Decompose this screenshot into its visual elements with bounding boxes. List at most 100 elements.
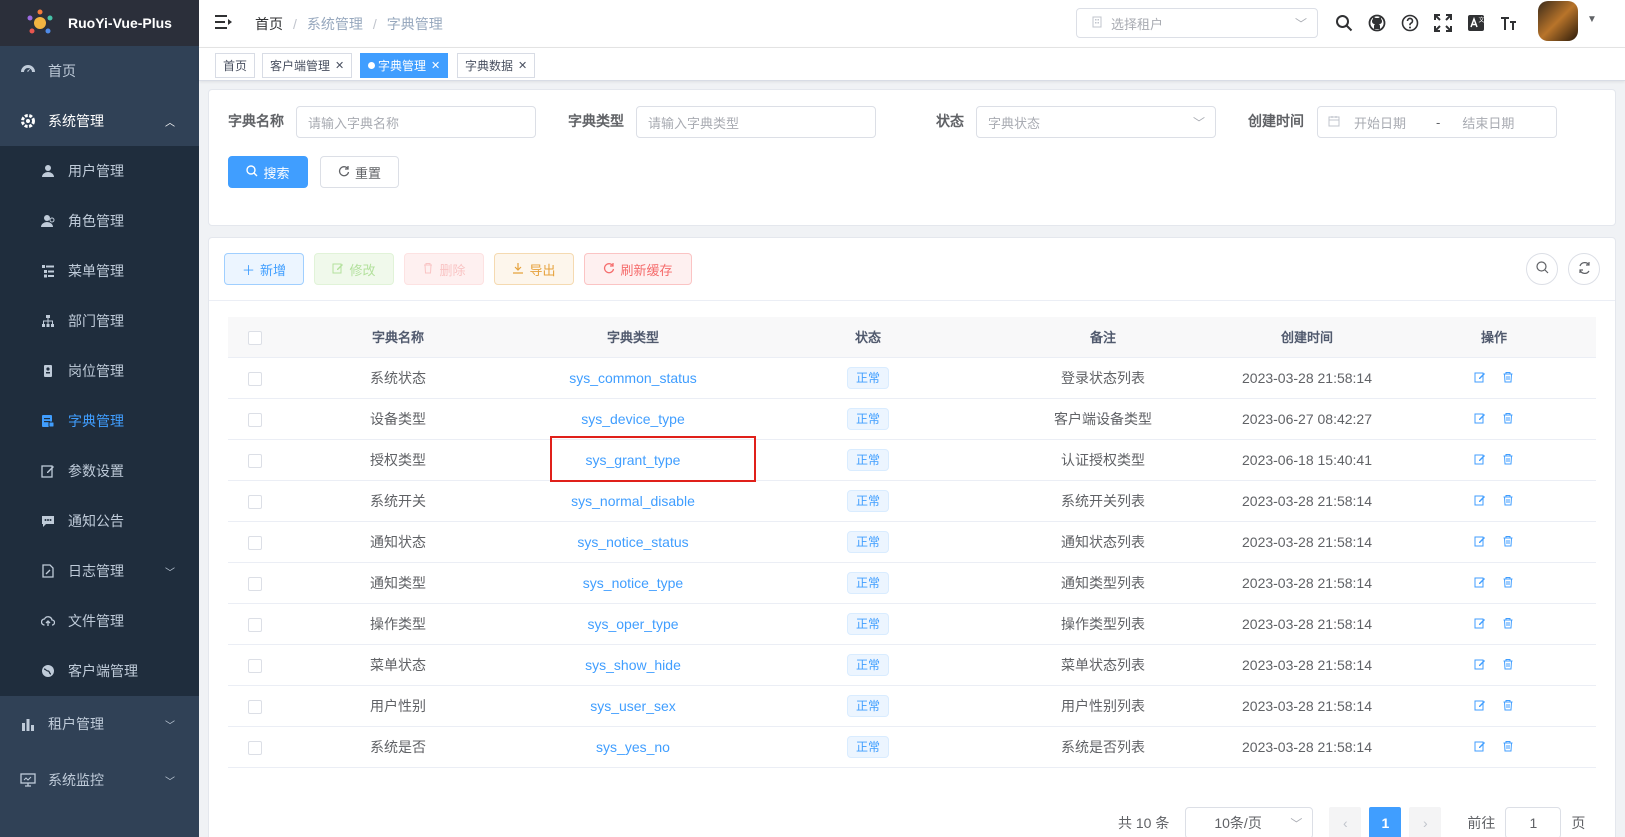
row-checkbox[interactable] [248, 658, 262, 673]
dict-type-input[interactable]: 请输入字典类型 [636, 106, 876, 138]
sidebar-item-system[interactable]: 系统管理 ︿ [0, 96, 199, 146]
refresh-cache-button[interactable]: 刷新缓存 [584, 253, 692, 285]
edit-icon[interactable] [1474, 739, 1486, 755]
dict-name-input[interactable]: 请输入字典名称 [296, 106, 536, 138]
tenant-select[interactable]: 选择租户 ﹀ [1076, 8, 1318, 38]
delete-button[interactable]: 删除 [404, 253, 484, 285]
created-time-cell: 2023-03-28 21:58:14 [1222, 685, 1392, 727]
logo[interactable]: RuoYi-Vue-Plus [0, 0, 199, 46]
trash-icon[interactable] [1502, 657, 1514, 673]
toggle-search-button[interactable] [1526, 253, 1558, 285]
edit-button[interactable]: 修改 [314, 253, 394, 285]
page-size-select[interactable]: 10条/页 ﹀ [1185, 807, 1314, 837]
sidebar-item-logs[interactable]: 日志管理 ﹀ [0, 546, 199, 596]
dict-type-link[interactable]: sys_show_hide [585, 657, 681, 673]
row-checkbox[interactable] [248, 740, 262, 755]
dict-type-link[interactable]: sys_device_type [581, 411, 685, 427]
edit-icon[interactable] [1474, 698, 1486, 714]
row-checkbox[interactable] [248, 699, 262, 714]
trash-icon[interactable] [1502, 739, 1514, 755]
trash-icon[interactable] [1502, 452, 1514, 468]
trash-icon[interactable] [1502, 575, 1514, 591]
edit-icon[interactable] [1474, 370, 1486, 386]
reset-button-label: 重置 [354, 165, 381, 181]
dict-type-cell: sys_common_status [514, 357, 752, 399]
dict-type-link[interactable]: sys_notice_status [577, 534, 688, 550]
close-icon[interactable]: ✕ [431, 59, 440, 72]
prev-page-button[interactable]: ‹ [1329, 807, 1362, 837]
sidebar-item-home[interactable]: 首页 [0, 46, 199, 96]
row-checkbox[interactable] [248, 576, 262, 591]
sidebar-item-tenant[interactable]: 租户管理 ﹀ [0, 696, 199, 752]
search-icon[interactable] [1327, 10, 1360, 36]
edit-icon[interactable] [1474, 575, 1486, 591]
sidebar-item-config[interactable]: 参数设置 [0, 446, 199, 496]
edit-icon[interactable] [1474, 493, 1486, 509]
dict-type-link[interactable]: sys_common_status [569, 370, 697, 386]
row-checkbox[interactable] [248, 453, 262, 468]
font-size-icon[interactable] [1492, 10, 1525, 36]
trash-icon[interactable] [1502, 616, 1514, 632]
refresh-table-button[interactable] [1568, 253, 1600, 285]
tree-table-icon [40, 263, 56, 279]
tag-client-management[interactable]: 客户端管理 ✕ [262, 53, 353, 78]
trash-icon[interactable] [1502, 411, 1514, 427]
select-all-checkbox[interactable] [248, 330, 262, 345]
sidebar-item-dict[interactable]: 字典管理 [0, 396, 199, 446]
export-button[interactable]: 导出 [494, 253, 574, 285]
edit-icon[interactable] [1474, 616, 1486, 632]
dict-type-link[interactable]: sys_yes_no [596, 739, 670, 755]
fullscreen-icon[interactable] [1426, 10, 1459, 36]
end-date-placeholder[interactable]: 结束日期 [1462, 113, 1514, 132]
github-icon[interactable] [1360, 10, 1393, 36]
dict-type-link[interactable]: sys_normal_disable [571, 493, 695, 509]
dict-type-link[interactable]: sys_user_sex [590, 698, 676, 714]
close-icon[interactable]: ✕ [518, 59, 527, 72]
search-button[interactable]: 搜索 [228, 156, 308, 188]
trash-icon[interactable] [1502, 370, 1514, 386]
tag-dict-management[interactable]: 字典管理 ✕ [360, 53, 449, 78]
row-checkbox[interactable] [248, 617, 262, 632]
edit-icon[interactable] [1474, 657, 1486, 673]
translate-icon[interactable]: 文 [1459, 10, 1492, 36]
row-checkbox[interactable] [248, 494, 262, 509]
sidebar-item-menus[interactable]: 菜单管理 [0, 246, 199, 296]
date-range-picker[interactable]: 开始日期 - 结束日期 [1317, 106, 1557, 138]
sidebar-item-notice[interactable]: 通知公告 [0, 496, 199, 546]
row-checkbox[interactable] [248, 371, 262, 386]
trash-icon[interactable] [1502, 493, 1514, 509]
dict-name-cell: 系统开关 [282, 480, 514, 522]
edit-icon[interactable] [1474, 534, 1486, 550]
start-date-placeholder[interactable]: 开始日期 [1354, 113, 1406, 132]
close-icon[interactable]: ✕ [335, 59, 344, 72]
sidebar-item-roles[interactable]: 角色管理 [0, 196, 199, 246]
sidebar-item-depts[interactable]: 部门管理 [0, 296, 199, 346]
add-button[interactable]: ＋ 新增 [224, 253, 304, 285]
trash-icon[interactable] [1502, 698, 1514, 714]
edit-icon[interactable] [1474, 452, 1486, 468]
question-icon[interactable] [1393, 10, 1426, 36]
avatar[interactable] [1538, 1, 1578, 41]
sidebar-item-monitor[interactable]: 系统监控 ﹀ [0, 752, 199, 808]
tag-dict-data[interactable]: 字典数据 ✕ [457, 53, 536, 78]
sidebar-item-files[interactable]: 文件管理 [0, 596, 199, 646]
edit-icon[interactable] [1474, 411, 1486, 427]
row-checkbox[interactable] [248, 412, 262, 427]
tag-home[interactable]: 首页 [215, 53, 256, 78]
goto-page-input[interactable]: 1 [1505, 807, 1562, 837]
dict-type-link[interactable]: sys_oper_type [587, 616, 678, 632]
trash-icon[interactable] [1502, 534, 1514, 550]
dict-type-link[interactable]: sys_notice_type [583, 575, 683, 591]
row-checkbox[interactable] [248, 535, 262, 550]
next-page-button[interactable]: › [1409, 807, 1442, 837]
caret-down-icon[interactable]: ▼ [1587, 14, 1597, 25]
sidebar-item-posts[interactable]: 岗位管理 [0, 346, 199, 396]
hamburger-icon[interactable] [215, 14, 235, 33]
created-time-cell: 2023-03-28 21:58:14 [1222, 644, 1392, 686]
page-number-current[interactable]: 1 [1369, 807, 1402, 837]
status-select[interactable]: 字典状态 ﹀ [976, 106, 1216, 138]
sidebar-item-users[interactable]: 用户管理 [0, 146, 199, 196]
sidebar-item-clients[interactable]: 客户端管理 [0, 646, 199, 696]
reset-button[interactable]: 重置 [320, 156, 399, 188]
breadcrumb-item[interactable]: 首页 [255, 14, 283, 34]
